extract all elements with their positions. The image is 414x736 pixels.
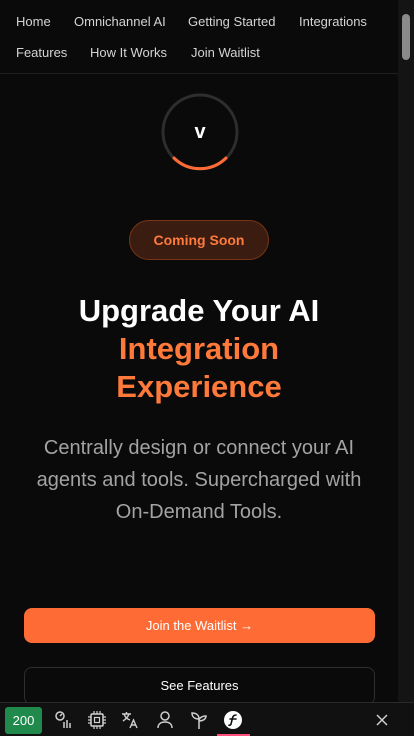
hero-title: Upgrade Your AI Integration Experience	[0, 292, 398, 406]
nav-features[interactable]: Features	[16, 45, 67, 60]
user-icon[interactable]	[155, 710, 175, 730]
close-icon[interactable]	[374, 712, 390, 728]
top-nav: Home Omnichannel AI Getting Started Inte…	[0, 0, 398, 74]
translation-icon[interactable]	[120, 710, 140, 730]
nav-home[interactable]: Home	[16, 14, 51, 29]
page: Home Omnichannel AI Getting Started Inte…	[0, 0, 414, 736]
hero-title-line-3: Experience	[116, 369, 282, 404]
hero-subtitle: Centrally design or connect your AI agen…	[36, 437, 362, 523]
nav-omnichannel-ai[interactable]: Omnichannel AI	[74, 14, 166, 29]
nav-integrations[interactable]: Integrations	[299, 14, 367, 29]
scrollbar[interactable]	[398, 0, 414, 702]
scrollbar-thumb[interactable]	[402, 14, 410, 60]
status-code-badge[interactable]: 200	[5, 707, 42, 734]
twig-icon[interactable]	[189, 710, 209, 730]
join-waitlist-button[interactable]: Join the Waitlist →	[24, 608, 375, 643]
cpu-icon[interactable]	[87, 710, 107, 730]
hero-title-line-2: Integration	[118, 331, 280, 366]
loading-logo: v	[161, 93, 239, 171]
nav-how-it-works[interactable]: How It Works	[90, 45, 167, 60]
nav-getting-started[interactable]: Getting Started	[188, 14, 275, 29]
see-features-button[interactable]: See Features	[24, 667, 375, 705]
hero-title-line-1: Upgrade Your AI	[78, 293, 320, 328]
logo-letter: v	[194, 121, 206, 143]
symfony-icon[interactable]	[223, 710, 243, 730]
nav-join-waitlist[interactable]: Join Waitlist	[191, 45, 260, 60]
performance-icon[interactable]	[53, 710, 73, 730]
debug-toolbar: 200	[0, 702, 414, 736]
coming-soon-badge: Coming Soon	[129, 220, 269, 260]
